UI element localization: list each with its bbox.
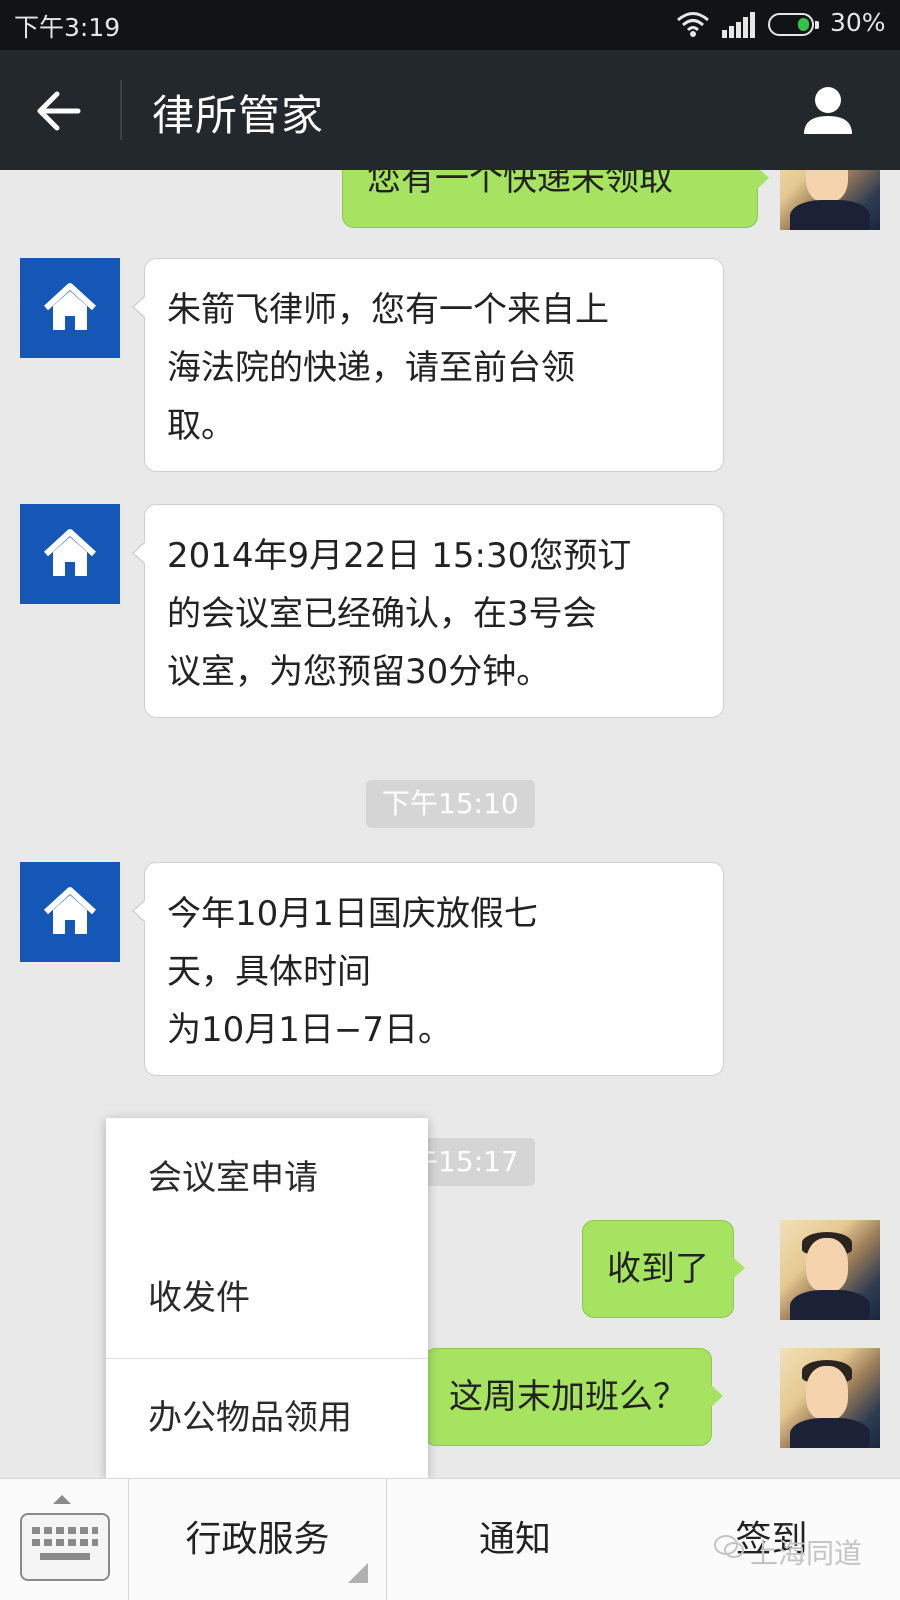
keyboard-toggle-button[interactable] xyxy=(0,1479,128,1600)
keyboard-icon xyxy=(20,1513,110,1581)
battery-icon xyxy=(768,13,819,36)
menu-label: 通知 xyxy=(478,1519,551,1560)
menu-item-meeting-room[interactable]: 会议室申请 xyxy=(106,1118,428,1238)
status-bar: 下午3:19 30% xyxy=(0,0,900,50)
profile-button[interactable] xyxy=(796,78,860,142)
header-divider xyxy=(120,80,122,140)
message-outgoing[interactable]: 收到了 xyxy=(582,1220,745,1318)
message-outgoing[interactable]: 这周末加班么？ xyxy=(424,1348,723,1446)
battery-percent: 30% xyxy=(830,8,886,37)
menu-item-office-supplies[interactable]: 办公物品领用 xyxy=(106,1358,428,1478)
bot-avatar[interactable] xyxy=(20,862,120,962)
submenu-indicator-icon xyxy=(348,1563,368,1583)
message-text: 朱箭飞律师，您有一个来自上 海法院的快递，请至前台领 取。 xyxy=(167,290,609,446)
back-button[interactable] xyxy=(26,78,92,144)
message-text: 您有一个快递未领取 xyxy=(367,170,673,199)
message-incoming[interactable]: 今年10月1日国庆放假七 天，具体时间 为10月1日−7日。 xyxy=(132,862,724,1076)
menu-admin-services[interactable]: 行政服务 xyxy=(129,1479,386,1600)
watermark: 上海同道 xyxy=(714,1532,863,1572)
home-icon xyxy=(43,529,97,576)
status-time: 下午3:19 xyxy=(14,13,121,42)
wechat-icon xyxy=(714,1535,744,1558)
menu-item-mail[interactable]: 收发件 xyxy=(106,1238,428,1358)
user-avatar[interactable] xyxy=(780,1348,880,1448)
message-text: 今年10月1日国庆放假七 天，具体时间 为10月1日−7日。 xyxy=(167,894,538,1050)
user-avatar[interactable] xyxy=(780,1220,880,1320)
user-avatar[interactable] xyxy=(780,170,880,230)
menu-notifications[interactable]: 通知 xyxy=(387,1479,643,1600)
message-outgoing[interactable]: 您有一个快递未领取 xyxy=(342,170,769,228)
battery-level-fill xyxy=(798,18,809,31)
signal-icon xyxy=(722,12,756,42)
message-text: 2014年9月22日 15:30您预订 的会议室已经确认，在3号会 议室，为您预… xyxy=(167,536,632,692)
page-title: 律所管家 xyxy=(152,91,325,140)
message-text: 收到了 xyxy=(607,1249,709,1289)
message-text: 这周末加班么？ xyxy=(449,1377,687,1417)
message-timestamp: 下午15:10 xyxy=(366,780,535,828)
wifi-icon xyxy=(676,10,710,42)
caret-up-icon xyxy=(53,1495,71,1504)
person-icon xyxy=(804,87,852,134)
bot-avatar[interactable] xyxy=(20,258,120,358)
home-icon xyxy=(43,283,97,330)
arrow-left-icon xyxy=(37,91,81,131)
home-icon xyxy=(43,887,97,934)
service-popup-menu: 会议室申请 收发件 办公物品领用 xyxy=(106,1118,428,1478)
watermark-text: 上海同道 xyxy=(750,1537,863,1570)
message-incoming[interactable]: 2014年9月22日 15:30您预订 的会议室已经确认，在3号会 议室，为您预… xyxy=(132,504,724,718)
app-header: 律所管家 xyxy=(0,50,900,170)
message-incoming[interactable]: 朱箭飞律师，您有一个来自上 海法院的快递，请至前台领 取。 xyxy=(132,258,724,472)
bot-avatar[interactable] xyxy=(20,504,120,604)
menu-label: 行政服务 xyxy=(185,1519,330,1560)
